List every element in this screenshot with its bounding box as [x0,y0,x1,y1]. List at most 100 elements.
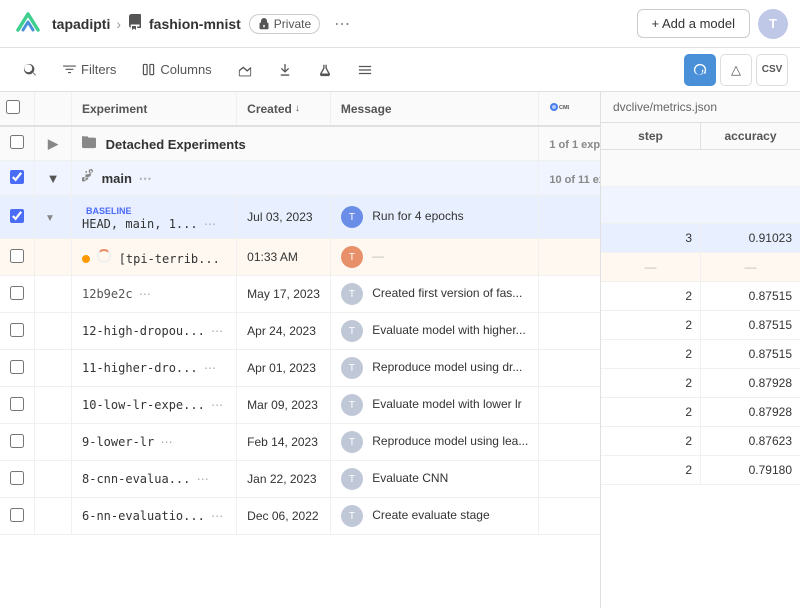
row-name[interactable]: 12-high-dropou... [82,324,205,338]
detached-folder-icon [82,137,100,152]
row-name[interactable]: 8-cnn-evalua... [82,472,190,486]
flask-icon [318,63,332,77]
right-data-row: 3 0.91023 [601,224,800,253]
row-expand [35,350,72,387]
right-data-row: 2 0.87515 [601,311,800,340]
row-avatar: T [341,468,363,490]
row-created: Feb 14, 2023 [237,424,331,461]
expand-icon[interactable]: ▶ [45,136,61,152]
cml-logo-icon: CML [549,101,569,113]
accuracy-cell: 0.91023 [701,224,800,252]
loading-checkbox[interactable] [0,239,35,276]
row-more-icon[interactable]: ⋯ [136,287,154,301]
table-row: 12b9e2c ⋯ May 17, 2023 T Created first v… [0,276,600,313]
add-model-label: + Add a model [652,16,735,31]
main-checkbox[interactable] [0,161,35,196]
flask-button[interactable] [307,57,343,83]
row-avatar: T [341,357,363,379]
row-cml [539,350,600,387]
toolbar: Filters Columns △ CSV [0,48,800,92]
row-name[interactable]: 9-lower-lr [82,435,154,449]
user-avatar[interactable]: T [758,9,788,39]
row-more-icon[interactable]: ⋯ [208,398,226,412]
row-expand [35,387,72,424]
row-more-icon[interactable]: ⋯ [201,361,219,375]
row-checkbox[interactable] [0,461,35,498]
main-expand[interactable]: ▼ [35,161,72,196]
lines-button[interactable] [347,57,383,83]
row-message: T Evaluate CNN [330,461,538,498]
row-checkbox[interactable] [0,387,35,424]
right-data-row: 2 0.87623 [601,427,800,456]
more-options-icon[interactable]: ⋯ [328,10,356,38]
logo-icon[interactable] [12,8,44,40]
main-more-icon[interactable]: ⋯ [136,171,155,186]
row-name-cell: 11-higher-dro... ⋯ [72,350,237,387]
col-accuracy[interactable]: accuracy [701,123,800,149]
accuracy-dash: — [701,253,800,281]
columns-label: Columns [160,62,211,77]
right-panel-header: dvclive/metrics.json [601,92,800,123]
table-row: 12-high-dropou... ⋯ Apr 24, 2023 T Evalu… [0,313,600,350]
row-checkbox[interactable] [0,424,35,461]
step-cell: 2 [601,398,701,426]
right-data-row: 2 0.87928 [601,398,800,427]
filters-icon [63,63,76,76]
row-cml [539,424,600,461]
baseline-expand[interactable]: ▼ [35,196,72,239]
refresh-button[interactable] [684,54,716,86]
columns-button[interactable]: Columns [131,56,222,83]
breadcrumb-username[interactable]: tapadipti [52,16,110,32]
step-dash: — [601,253,701,281]
row-name[interactable]: 11-higher-dro... [82,361,198,375]
step-cell: 2 [601,369,701,397]
row-more-icon[interactable]: ⋯ [158,435,176,449]
loading-expand [35,239,72,276]
row-name[interactable]: 6-nn-evaluatio... [82,509,205,523]
csv-button[interactable]: CSV [756,54,788,86]
row-more-icon[interactable]: ⋯ [208,324,226,338]
detached-label: Detached Experiments [72,126,539,161]
col-step[interactable]: step [601,123,701,149]
baseline-more-icon[interactable]: ⋯ [201,217,219,231]
chart-icon [238,63,252,77]
row-name[interactable]: 10-low-lr-expe... [82,398,205,412]
detached-checkbox[interactable] [0,126,35,161]
filters-button[interactable]: Filters [52,56,127,83]
step-cell: 2 [601,456,701,484]
th-created[interactable]: Created ↓ [237,92,331,126]
table-row: [tpi-terrib... 01:33 AM T — [0,239,600,276]
baseline-avatar: T [341,206,363,228]
row-name[interactable]: 12b9e2c [82,287,133,301]
row-more-icon[interactable]: ⋯ [208,509,226,523]
triangle-button[interactable]: △ [720,54,752,86]
row-created: Dec 06, 2022 [237,498,331,535]
select-all-checkbox[interactable] [0,92,35,126]
row-cml [539,387,600,424]
search-button[interactable] [12,57,48,83]
row-more-icon[interactable]: ⋯ [194,472,212,486]
row-checkbox[interactable] [0,313,35,350]
row-expand [35,313,72,350]
th-message: Message [330,92,538,126]
row-message: T Create evaluate stage [330,498,538,535]
row-checkbox[interactable] [0,350,35,387]
row-checkbox[interactable] [0,276,35,313]
loading-cml [539,239,600,276]
baseline-name[interactable]: HEAD, main, 1... [82,217,198,231]
step-cell: 2 [601,311,701,339]
download-button[interactable] [267,57,303,83]
add-model-button[interactable]: + Add a model [637,9,750,38]
breadcrumb-repo[interactable]: fashion-mnist [149,16,241,32]
accuracy-cell: 0.87515 [701,340,800,368]
detached-expand[interactable]: ▶ [35,126,72,161]
download-icon [278,63,292,77]
row-checkbox[interactable] [0,498,35,535]
collapse-icon[interactable]: ▼ [45,170,61,186]
row-name-cell: 10-low-lr-expe... ⋯ [72,387,237,424]
chart-button[interactable] [227,57,263,83]
row-name-cell: 12-high-dropou... ⋯ [72,313,237,350]
baseline-checkbox[interactable] [0,196,35,239]
row-expand [35,276,72,313]
loading-name[interactable]: [tpi-terrib... [119,252,220,266]
